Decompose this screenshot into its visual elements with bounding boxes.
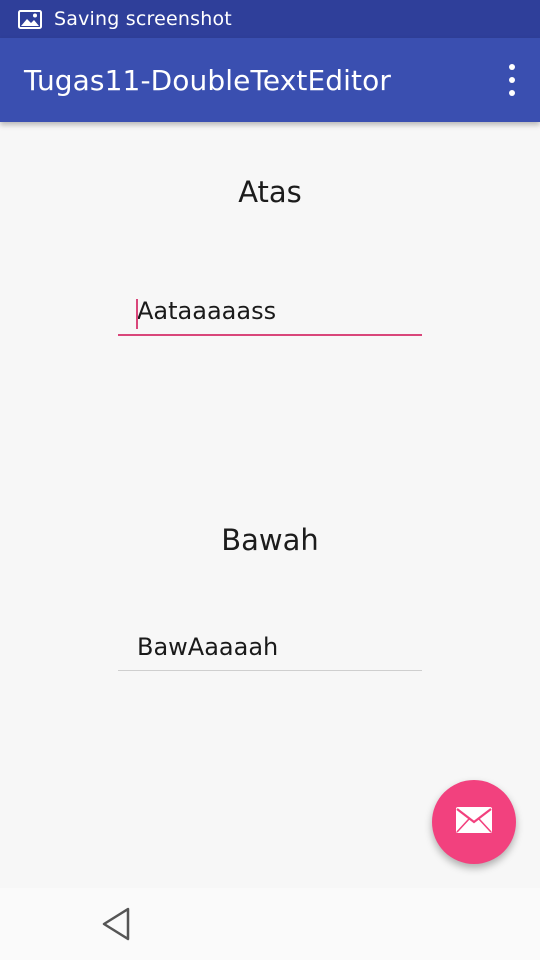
- text-cursor: [136, 299, 138, 329]
- mail-icon: [455, 806, 493, 838]
- send-email-fab[interactable]: [432, 780, 516, 864]
- menu-dot: [509, 90, 515, 96]
- bottom-text-input[interactable]: [118, 624, 422, 670]
- app-screen: Saving screenshot Tugas11-DoubleTextEdit…: [0, 0, 540, 960]
- status-bar: Saving screenshot: [0, 0, 540, 38]
- status-notification-text: Saving screenshot: [54, 8, 232, 30]
- main-content: Atas Bawah: [0, 122, 540, 888]
- bottom-edit-field[interactable]: [118, 624, 422, 671]
- top-edit-field[interactable]: [118, 288, 422, 336]
- bottom-label: Bawah: [221, 523, 319, 557]
- app-title: Tugas11-DoubleTextEditor: [24, 63, 391, 97]
- menu-dot: [509, 77, 515, 83]
- app-bar: Tugas11-DoubleTextEditor: [0, 38, 540, 122]
- image-icon: [17, 9, 43, 29]
- navigation-bar: [0, 888, 540, 960]
- menu-dot: [509, 64, 515, 70]
- more-vert-icon[interactable]: [502, 64, 522, 96]
- top-text-input[interactable]: [118, 288, 422, 334]
- back-triangle-icon[interactable]: [96, 904, 136, 944]
- top-label: Atas: [238, 175, 302, 209]
